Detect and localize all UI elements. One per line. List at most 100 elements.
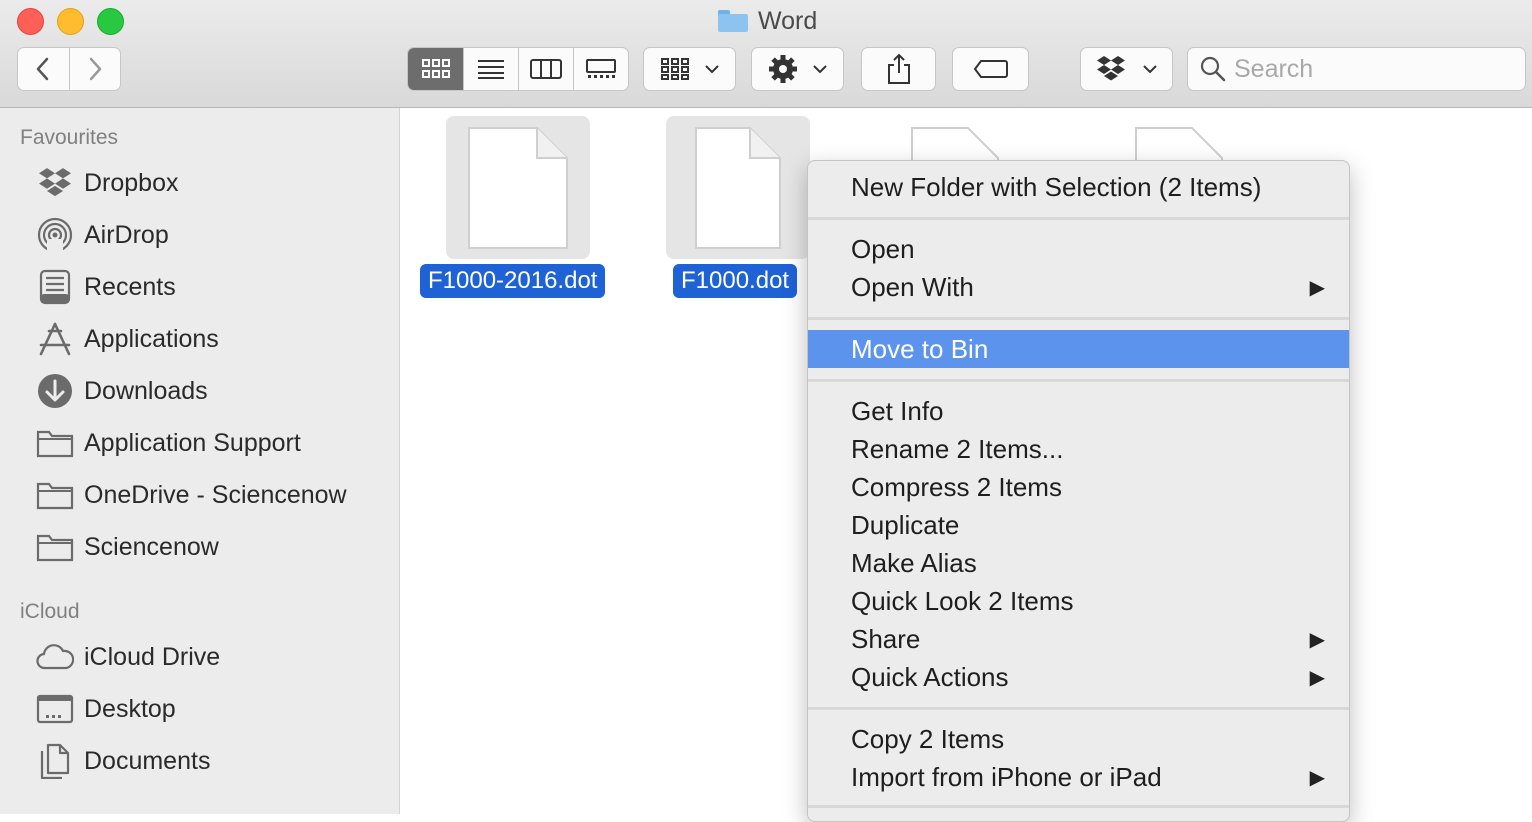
sidebar-item-onedrive[interactable]: OneDrive - Sciencenow xyxy=(36,475,347,515)
folder-icon xyxy=(36,477,74,513)
menu-item-compress[interactable]: Compress 2 Items xyxy=(808,468,1349,506)
folder-icon xyxy=(36,425,74,461)
list-view-button[interactable] xyxy=(464,48,519,90)
dropbox-icon xyxy=(1096,56,1125,81)
chevron-left-icon xyxy=(37,57,49,81)
submenu-arrow-icon: ▶ xyxy=(1309,276,1325,299)
menu-item-label: Move to Bin xyxy=(851,333,989,364)
sidebar-item-recents[interactable]: Recents xyxy=(36,267,176,307)
dropbox-icon xyxy=(36,165,74,201)
share-icon xyxy=(887,53,910,84)
chevron-down-icon xyxy=(1142,65,1157,74)
menu-separator xyxy=(808,707,1349,710)
search-icon xyxy=(1200,56,1226,82)
menu-item-label: Copy 2 Items xyxy=(851,723,1005,754)
minimize-window-button[interactable] xyxy=(57,8,84,35)
file-item[interactable] xyxy=(666,116,810,259)
desktop-icon xyxy=(36,691,74,727)
group-grid-icon xyxy=(660,58,689,80)
menu-item-share[interactable]: Share ▶ xyxy=(808,620,1349,658)
close-window-button[interactable] xyxy=(17,8,44,35)
file-name-label[interactable]: F1000-2016.dot xyxy=(420,264,606,298)
submenu-arrow-icon: ▶ xyxy=(1309,766,1325,789)
sidebar-item-desktop[interactable]: Desktop xyxy=(36,689,176,729)
menu-item-label: Quick Actions xyxy=(851,661,1009,692)
menu-separator xyxy=(808,805,1349,808)
submenu-arrow-icon: ▶ xyxy=(1309,628,1325,651)
sidebar-item-icloud-drive[interactable]: iCloud Drive xyxy=(36,637,220,677)
sidebar-item-dropbox[interactable]: Dropbox xyxy=(36,163,179,203)
sidebar-item-label: AirDrop xyxy=(84,220,169,249)
sidebar-item-application-support[interactable]: Application Support xyxy=(36,423,301,463)
group-by-button[interactable] xyxy=(643,47,736,91)
submenu-arrow-icon: ▶ xyxy=(1309,666,1325,689)
menu-item-label: Import from iPhone or iPad xyxy=(851,761,1162,792)
chevron-down-icon xyxy=(812,65,827,74)
menu-item-duplicate[interactable]: Duplicate xyxy=(808,506,1349,544)
column-view-button[interactable] xyxy=(519,48,574,90)
dropbox-toolbar-button[interactable] xyxy=(1080,47,1173,91)
menu-item-label: Share xyxy=(851,623,921,654)
menu-item-label: Get Info xyxy=(851,395,944,426)
menu-item-label: Rename 2 Items... xyxy=(851,433,1064,464)
folder-icon xyxy=(718,10,748,32)
back-button[interactable] xyxy=(18,48,70,90)
context-menu: New Folder with Selection (2 Items) Open… xyxy=(807,160,1350,822)
menu-item-open-with[interactable]: Open With ▶ xyxy=(808,268,1349,306)
gallery-view-button[interactable] xyxy=(574,48,628,90)
file-name-label[interactable]: F1000.dot xyxy=(673,264,798,298)
icon-view-button[interactable] xyxy=(408,48,465,90)
menu-item-quick-actions[interactable]: Quick Actions ▶ xyxy=(808,658,1349,696)
menu-item-import-from-iphone[interactable]: Import from iPhone or iPad ▶ xyxy=(808,758,1349,796)
tags-button[interactable] xyxy=(952,47,1029,91)
window-toolbar: Word Search xyxy=(0,0,1532,108)
icon-view-icon xyxy=(421,59,450,78)
forward-button[interactable] xyxy=(70,48,121,90)
documents-icon xyxy=(36,743,74,779)
menu-item-make-alias[interactable]: Make Alias xyxy=(808,544,1349,582)
menu-item-label: Duplicate xyxy=(851,509,960,540)
menu-item-copy[interactable]: Copy 2 Items xyxy=(808,720,1349,758)
menu-separator xyxy=(808,217,1349,220)
menu-item-quick-look[interactable]: Quick Look 2 Items xyxy=(808,582,1349,620)
menu-item-label: Open xyxy=(851,233,915,264)
recents-icon xyxy=(36,269,74,305)
menu-item-get-info[interactable]: Get Info xyxy=(808,392,1349,430)
downloads-icon xyxy=(36,373,74,409)
sidebar-item-label: Dropbox xyxy=(84,168,179,197)
sidebar-section-favourites: Favourites xyxy=(20,126,119,149)
sidebar-item-sciencenow[interactable]: Sciencenow xyxy=(36,527,219,567)
menu-item-label: Quick Look 2 Items xyxy=(851,585,1074,616)
menu-item-open[interactable]: Open xyxy=(808,230,1349,268)
sidebar-item-label: Application Support xyxy=(84,428,301,457)
sidebar-item-label: Sciencenow xyxy=(84,532,219,561)
file-thumbnail xyxy=(666,116,810,259)
action-menu-button[interactable] xyxy=(751,47,844,91)
share-button[interactable] xyxy=(861,47,936,91)
sidebar-item-applications[interactable]: Applications xyxy=(36,319,219,359)
document-icon xyxy=(468,126,568,249)
file-item[interactable] xyxy=(446,116,590,259)
view-mode-group xyxy=(407,47,629,91)
sidebar-item-label: Recents xyxy=(84,272,176,301)
sidebar-item-airdrop[interactable]: AirDrop xyxy=(36,215,169,255)
zoom-window-button[interactable] xyxy=(97,8,124,35)
search-field[interactable]: Search xyxy=(1187,47,1526,91)
sidebar-item-label: Documents xyxy=(84,746,211,775)
menu-item-move-to-bin[interactable]: Move to Bin xyxy=(808,330,1349,368)
menu-separator xyxy=(808,317,1349,320)
menu-item-label: Open With xyxy=(851,271,974,302)
sidebar-item-label: Desktop xyxy=(84,694,176,723)
menu-item-rename[interactable]: Rename 2 Items... xyxy=(808,430,1349,468)
list-view-icon xyxy=(477,60,504,79)
document-icon xyxy=(695,126,781,249)
chevron-down-icon xyxy=(704,65,719,74)
menu-item-new-folder-with-selection[interactable]: New Folder with Selection (2 Items) xyxy=(808,168,1349,206)
tag-icon xyxy=(973,60,1008,78)
sidebar-item-documents[interactable]: Documents xyxy=(36,741,210,781)
back-forward-group xyxy=(17,47,121,91)
sidebar-section-icloud: iCloud xyxy=(20,600,80,623)
gallery-view-icon xyxy=(585,59,616,78)
window-title-text: Word xyxy=(758,6,818,35)
sidebar-item-downloads[interactable]: Downloads xyxy=(36,371,208,411)
